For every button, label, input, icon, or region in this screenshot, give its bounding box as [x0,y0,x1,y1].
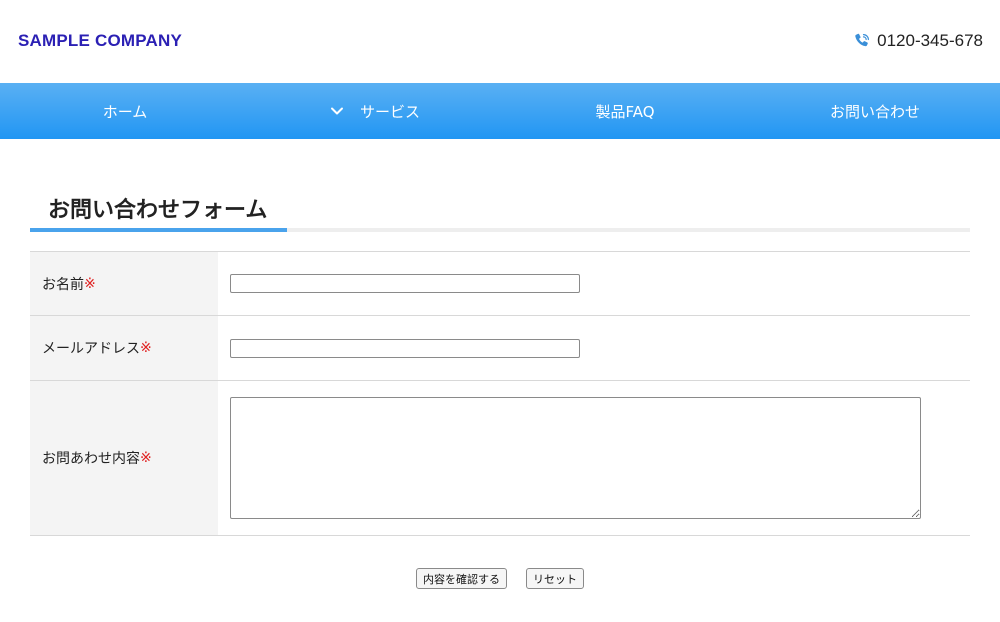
email-label: メールアドレス ※ [30,316,218,380]
email-input[interactable] [230,338,580,358]
confirm-button[interactable]: 内容を確認する [416,568,507,589]
email-input-cell [218,316,970,380]
field-label: お問あわせ内容 [42,451,140,467]
name-label: お名前 ※ [30,252,218,315]
message-textarea[interactable] [230,397,921,519]
nav-item-services[interactable]: サービス [250,83,500,139]
phone-icon [853,32,871,50]
nav-item-label: ホーム [102,102,148,121]
nav-item-faq[interactable]: 製品FAQ [500,83,750,139]
message-input-cell [218,381,970,535]
nav-item-label: 製品FAQ [595,102,655,121]
field-label: お名前 [42,276,84,293]
reset-button[interactable]: リセット [526,568,584,589]
nav-item-contact[interactable]: お問い合わせ [750,83,1000,139]
form-row-email: メールアドレス ※ [30,316,970,381]
phone-number: 0120-345-678 [877,31,983,50]
message-label: お問あわせ内容 ※ [30,381,218,535]
name-input[interactable] [230,274,580,293]
nav-item-home[interactable]: ホーム [0,83,250,139]
global-nav: ホーム サービス 製品FAQ お問い合わせ [0,83,1000,139]
form-row-name: お名前 ※ [30,252,970,316]
required-mark: ※ [140,340,152,356]
field-label: メールアドレス [42,341,140,357]
form-buttons: 内容を確認する リセット [0,568,1000,589]
site-header: SAMPLE COMPANY 0120-345-678 [0,0,1000,83]
page-title: お問い合わせフォーム [48,198,268,223]
name-input-cell [218,252,970,315]
nav-item-label: サービス [359,102,420,121]
title-accent-bar [30,228,287,232]
form-row-message: お問あわせ内容 ※ [30,381,970,536]
contact-form: お名前 ※ メールアドレス ※ お問あわせ内容 ※ [30,251,970,536]
chevron-down-icon [330,104,344,118]
page-title-block: お問い合わせフォーム [30,186,970,232]
required-mark: ※ [84,275,96,292]
required-mark: ※ [140,450,152,466]
phone-contact[interactable]: 0120-345-678 [853,31,983,51]
site-logo[interactable]: SAMPLE COMPANY [18,31,182,51]
nav-item-label: お問い合わせ [829,102,920,121]
